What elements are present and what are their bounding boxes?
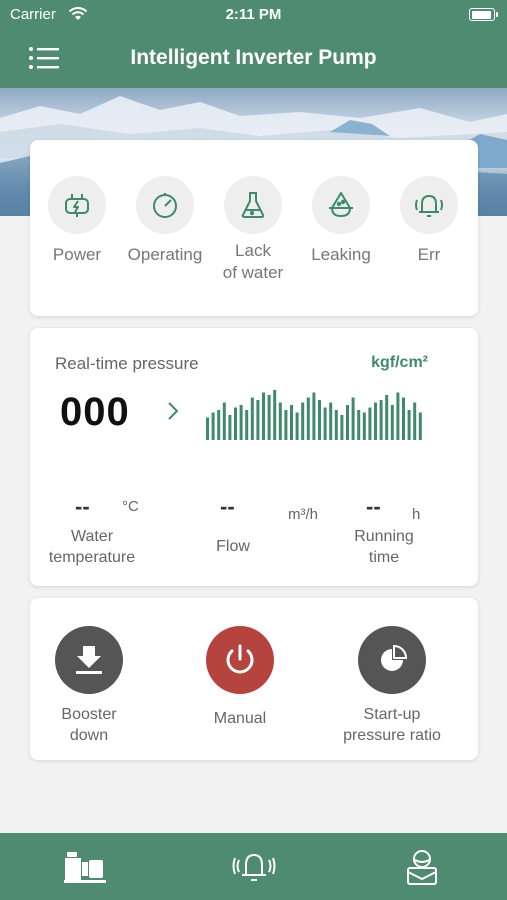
running-time-label: Running time [354,528,414,566]
gauge-icon [136,176,194,234]
chevron-right-icon[interactable] [166,400,180,422]
status-indicators-card: Power Operating Lack of water Leaking Er… [30,140,478,316]
pressure-bar [301,402,305,440]
pressure-bar [234,407,237,440]
flow-unit: m³/h [288,506,318,523]
pressure-bar [396,392,400,440]
water-temp-label: Water temperature [48,528,136,566]
status-label-err: Err [417,245,441,264]
pressure-bar [407,410,411,440]
booster-down-button[interactable]: Booster down [19,626,159,746]
startup-pressure-ratio-label: Start-up pressure ratio [343,706,441,744]
realtime-pressure-label: Real-time pressure [55,354,199,373]
pressure-bar [323,407,327,440]
pressure-bar [418,412,422,440]
flow-label: Flow [216,538,250,555]
tab-pump[interactable] [60,847,110,887]
flask-icon [224,176,282,234]
running-time-unit: h [412,506,421,523]
status-leaking: Leaking [298,176,384,266]
pressure-bar [267,395,271,440]
pressure-bar [239,405,243,440]
pie-chart-icon[interactable] [358,626,426,694]
pump-icon[interactable] [63,850,107,884]
tab-bar [0,833,507,900]
booster-down-label: Booster down [61,706,117,744]
status-power: Power [34,176,120,266]
pressure-bar [278,402,282,440]
pressure-bar [402,397,405,440]
pressure-bar [222,402,226,440]
pressure-bar [273,390,277,440]
running-time-value: -- [366,494,381,519]
pressure-card: Real-time pressure kgf/cm² 000 -- °C Wat… [30,328,478,586]
pressure-bar [351,397,355,440]
flow-value: -- [220,494,235,519]
clock: 2:11 PM [225,6,282,23]
pressure-bar [357,410,361,440]
status-operating: Operating [122,176,208,266]
pressure-bar [390,405,394,440]
download-icon[interactable] [55,626,123,694]
pressure-bar [217,410,221,440]
pressure-bar [334,410,338,440]
nav-bar: Intelligent Inverter Pump [0,30,507,88]
pressure-bar [362,412,366,440]
pressure-bar [295,412,299,440]
status-bar: Carrier 2:11 PM [0,0,507,30]
pressure-bar [211,412,215,440]
pressure-bar [256,400,260,440]
startup-pressure-ratio-button[interactable]: Start-up pressure ratio [322,626,462,746]
status-label-power: Power [52,245,102,264]
pressure-bar [346,405,349,440]
water-temp-value: -- [75,494,90,519]
pressure-bar [368,407,372,440]
pressure-bar [413,402,417,440]
pressure-bar [312,392,316,440]
battery-icon [469,8,498,21]
pressure-bar [374,402,377,440]
pressure-bars-chart [206,390,422,440]
alarm-bell-icon[interactable] [232,850,276,884]
pressure-bar [290,405,293,440]
pressure-bar [262,392,265,440]
manual-button[interactable]: Manual [170,626,310,729]
pressure-bar [206,417,209,440]
status-err: Err [386,176,472,266]
status-label-leaking: Leaking [311,245,371,264]
pressure-bar [340,415,344,440]
water-temp-unit: °C [122,498,139,515]
pressure-bar [228,415,232,440]
pressure-bar [385,395,389,440]
pressure-bar [379,400,383,440]
pressure-bar [329,402,333,440]
user-profile-icon[interactable] [402,848,442,886]
status-label-lack-text: Lack of water [222,241,284,282]
pressure-unit-label: kgf/cm² [371,354,428,371]
actions-card: Booster down Manual Start-up pressure ra… [30,598,478,760]
water-drop-icon [312,176,370,234]
tab-profile[interactable] [397,847,447,887]
pressure-bar [306,397,310,440]
status-lack-of-water: Lack of water [210,176,296,284]
power-plug-icon [48,176,106,234]
power-button-icon[interactable] [206,626,274,694]
pressure-bar [245,410,249,440]
pressure-bar [250,397,254,440]
pressure-bar [284,410,288,440]
status-label-operating: Operating [127,245,203,264]
status-label-lack-of-water: Lack of water [210,240,296,284]
alarm-bell-icon [400,176,458,234]
pressure-bar [318,400,321,440]
pressure-value: 000 [60,390,130,434]
tab-alarm[interactable] [229,847,279,887]
page-title: Intelligent Inverter Pump [130,46,377,69]
manual-label: Manual [213,710,267,727]
